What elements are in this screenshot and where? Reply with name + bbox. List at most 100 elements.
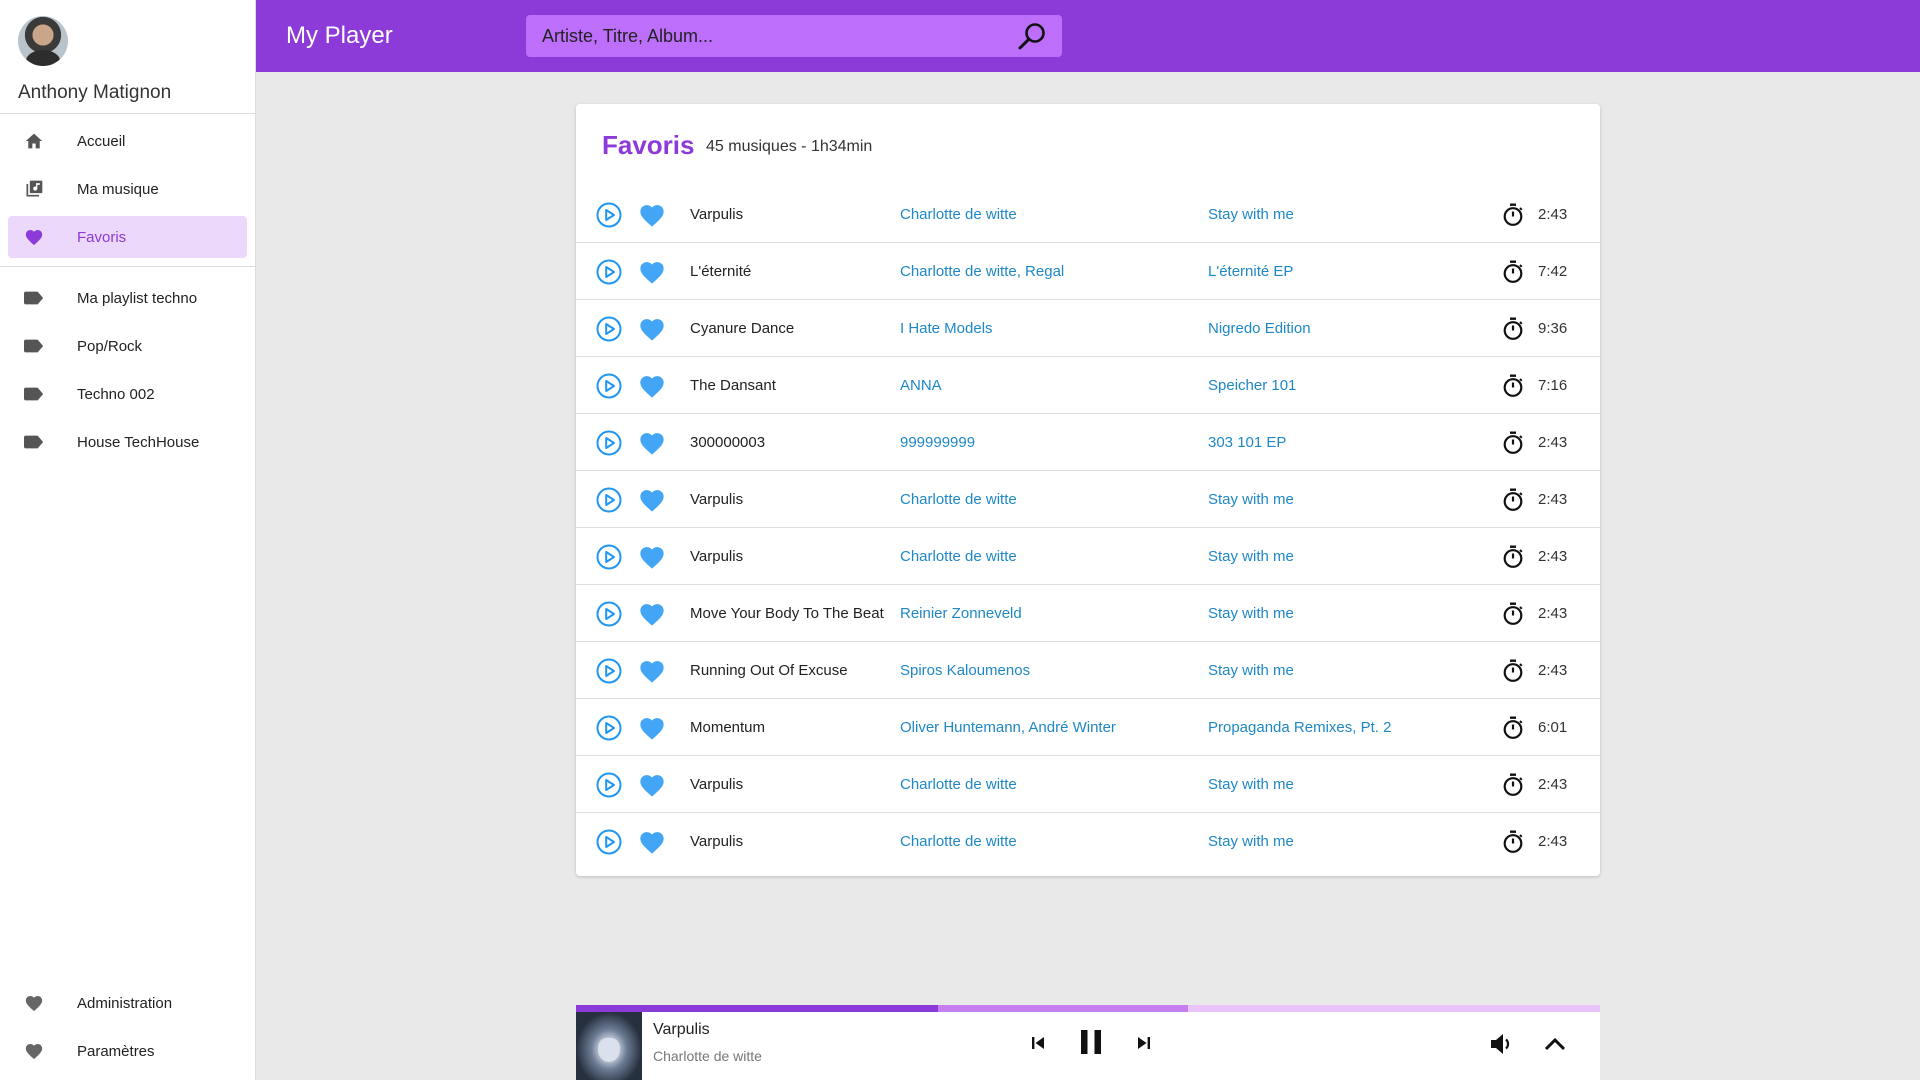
heart-icon	[24, 1042, 44, 1060]
favorite-toggle[interactable]	[638, 373, 666, 399]
track-album-link[interactable]: Stay with me	[1208, 491, 1294, 508]
play-circle-icon	[596, 829, 622, 855]
track-album-link[interactable]: Stay with me	[1208, 548, 1294, 565]
sidebar-item-administration[interactable]: Administration	[8, 982, 248, 1024]
volume-button[interactable]	[1488, 1031, 1516, 1057]
track-row[interactable]: Varpulis Charlotte de witte Stay with me…	[576, 813, 1600, 870]
favorite-toggle[interactable]	[638, 259, 666, 285]
track-row[interactable]: Cyanure Dance I Hate Models Nigredo Edit…	[576, 300, 1600, 357]
track-duration: 7:42	[1538, 263, 1568, 280]
track-album-link[interactable]: L'éternité EP	[1208, 263, 1293, 280]
sidebar-item-accueil[interactable]: Accueil	[8, 120, 247, 162]
label-icon	[24, 433, 44, 451]
sidebar-item-pop-rock[interactable]: Pop/Rock	[8, 325, 247, 367]
timer-icon	[1502, 773, 1524, 797]
track-artist-link[interactable]: Charlotte de witte	[900, 491, 1017, 508]
favorite-toggle[interactable]	[638, 316, 666, 342]
timer-icon	[1502, 602, 1524, 626]
play-circle-icon	[596, 772, 622, 798]
label-icon	[24, 385, 44, 403]
track-artist-link[interactable]: Charlotte de witte	[900, 776, 1017, 793]
play-track-button[interactable]	[596, 601, 622, 627]
timer-icon	[1502, 260, 1524, 284]
favorite-toggle[interactable]	[638, 544, 666, 570]
progress-bar[interactable]	[576, 1005, 1600, 1012]
track-artist-link[interactable]: 999999999	[900, 434, 975, 451]
sidebar-item-techno-002[interactable]: Techno 002	[8, 373, 247, 415]
track-artist-link[interactable]: Charlotte de witte	[900, 548, 1017, 565]
track-artist-link[interactable]: ANNA	[900, 377, 942, 394]
chevron-up-icon	[1544, 1037, 1566, 1051]
track-album-link[interactable]: Stay with me	[1208, 605, 1294, 622]
track-row[interactable]: Varpulis Charlotte de witte Stay with me…	[576, 186, 1600, 243]
favorite-toggle[interactable]	[638, 658, 666, 684]
track-album-link[interactable]: Speicher 101	[1208, 377, 1296, 394]
track-row[interactable]: Varpulis Charlotte de witte Stay with me…	[576, 528, 1600, 585]
play-track-button[interactable]	[596, 658, 622, 684]
sidebar-item-label: Paramètres	[77, 1042, 155, 1060]
track-row[interactable]: Running Out Of Excuse Spiros Kaloumenos …	[576, 642, 1600, 699]
user-profile: Anthony Matignon	[0, 0, 255, 114]
track-row[interactable]: L'éternité Charlotte de witte, Regal L'é…	[576, 243, 1600, 300]
sidebar-item-parametres[interactable]: Paramètres	[8, 1030, 248, 1072]
sidebar-item-playlist-techno[interactable]: Ma playlist techno	[8, 277, 247, 319]
previous-button[interactable]	[1026, 1031, 1050, 1055]
track-artist-link[interactable]: Oliver Huntemann, André Winter	[900, 719, 1116, 736]
track-duration: 2:43	[1538, 434, 1568, 451]
avatar[interactable]	[18, 16, 68, 66]
track-album-link[interactable]: Nigredo Edition	[1208, 320, 1311, 337]
track-album-link[interactable]: Stay with me	[1208, 833, 1294, 850]
track-album-link[interactable]: Stay with me	[1208, 662, 1294, 679]
play-track-button[interactable]	[596, 487, 622, 513]
track-album-link[interactable]: 303 101 EP	[1208, 434, 1286, 451]
sidebar-item-ma-musique[interactable]: Ma musique	[8, 168, 247, 210]
track-row[interactable]: Move Your Body To The Beat Reinier Zonne…	[576, 585, 1600, 642]
favorite-toggle[interactable]	[638, 202, 666, 228]
play-track-button[interactable]	[596, 544, 622, 570]
sidebar-item-label: Administration	[77, 994, 173, 1012]
track-artist-link[interactable]: I Hate Models	[900, 320, 993, 337]
search-button[interactable]	[1016, 20, 1048, 52]
track-album-link[interactable]: Stay with me	[1208, 776, 1294, 793]
favorite-toggle[interactable]	[638, 487, 666, 513]
track-row[interactable]: Momentum Oliver Huntemann, André Winter …	[576, 699, 1600, 756]
track-artist-link[interactable]: Charlotte de witte	[900, 833, 1017, 850]
album-cover[interactable]	[576, 1012, 642, 1080]
heart-icon	[640, 376, 664, 398]
track-title: 300000003	[690, 434, 766, 451]
play-track-button[interactable]	[596, 259, 622, 285]
favorite-toggle[interactable]	[638, 829, 666, 855]
timer-icon	[1502, 830, 1524, 854]
track-artist-link[interactable]: Reinier Zonneveld	[900, 605, 1022, 622]
favorite-toggle[interactable]	[638, 601, 666, 627]
track-title: Varpulis	[690, 833, 744, 850]
favorite-toggle[interactable]	[638, 772, 666, 798]
track-artist-link[interactable]: Spiros Kaloumenos	[900, 662, 1030, 679]
favorite-toggle[interactable]	[638, 715, 666, 741]
play-track-button[interactable]	[596, 316, 622, 342]
track-row[interactable]: The Dansant ANNA Speicher 101 7:16	[576, 357, 1600, 414]
playlist-nav: Ma playlist techno Pop/Rock Techno 002 H…	[0, 277, 255, 463]
play-track-button[interactable]	[596, 772, 622, 798]
track-artist-link[interactable]: Charlotte de witte, Regal	[900, 263, 1064, 280]
track-artist-link[interactable]: Charlotte de witte	[900, 206, 1017, 223]
track-album-link[interactable]: Propaganda Remixes, Pt. 2	[1208, 719, 1391, 736]
track-row[interactable]: Varpulis Charlotte de witte Stay with me…	[576, 756, 1600, 813]
play-track-button[interactable]	[596, 202, 622, 228]
next-button[interactable]	[1132, 1031, 1156, 1055]
pause-button[interactable]	[1076, 1025, 1106, 1059]
play-track-button[interactable]	[596, 430, 622, 456]
sidebar-item-house-techhouse[interactable]: House TechHouse	[8, 421, 247, 463]
track-album-link[interactable]: Stay with me	[1208, 206, 1294, 223]
search-input[interactable]	[542, 15, 1002, 57]
play-track-button[interactable]	[596, 373, 622, 399]
track-row[interactable]: Varpulis Charlotte de witte Stay with me…	[576, 471, 1600, 528]
track-row[interactable]: 300000003 999999999 303 101 EP 2:43	[576, 414, 1600, 471]
expand-player-button[interactable]	[1542, 1031, 1568, 1057]
play-track-button[interactable]	[596, 829, 622, 855]
play-track-button[interactable]	[596, 715, 622, 741]
sidebar-item-favoris[interactable]: Favoris	[8, 216, 247, 258]
favorite-toggle[interactable]	[638, 430, 666, 456]
search-icon	[1018, 23, 1045, 50]
track-title: Varpulis	[690, 548, 744, 565]
